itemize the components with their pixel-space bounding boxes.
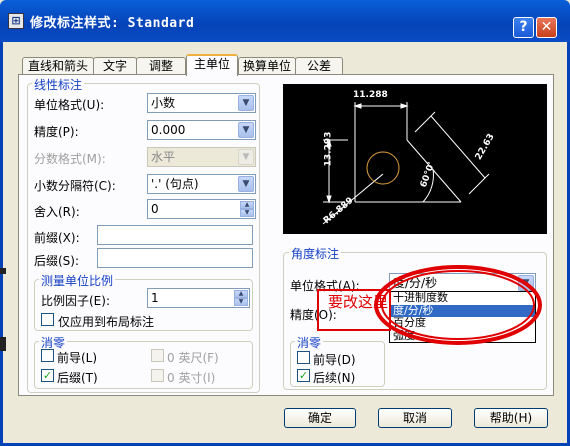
tab-text[interactable]: 文字 — [93, 57, 137, 75]
chevron-down-icon: ▼ — [238, 149, 254, 165]
help-title-button[interactable]: ? — [513, 17, 534, 38]
tab-lines-arrows[interactable]: 直线和箭头 — [22, 57, 94, 75]
angular-unit-format-value: 度/分/秒 — [393, 276, 438, 290]
spin-down-icon[interactable]: ▼ — [240, 209, 254, 217]
scale-factor-value: 1 — [151, 291, 159, 305]
fraction-format-label: 分数格式(M): — [34, 152, 106, 166]
angular-trailing-checkbox[interactable]: ✓ — [297, 369, 310, 382]
preview-dim-top: 11.288 — [353, 90, 388, 100]
scale-factor-input[interactable]: 1 ▲ ▼ — [147, 288, 250, 308]
cancel-button[interactable]: 取消 — [378, 408, 452, 428]
suffix-input[interactable] — [97, 248, 253, 268]
suffix-label: 后缀(S): — [34, 254, 80, 268]
angular-leading-checkbox[interactable] — [297, 351, 310, 364]
help-button[interactable]: 帮助(H) — [474, 408, 548, 428]
decimal-separator-value: '.' (句点) — [151, 177, 199, 191]
decimal-separator-select[interactable]: '.' (句点) ▼ — [147, 174, 256, 194]
angular-format-dropdown[interactable]: 十进制度数 度/分/秒 百分度 弧度 — [389, 291, 536, 343]
leading-zero-checkbox[interactable] — [41, 349, 54, 362]
spin-down-icon[interactable]: ▼ — [234, 298, 248, 306]
chevron-down-icon[interactable]: ▼ — [238, 95, 254, 111]
unit-format-label: 单位格式(U): — [34, 98, 105, 112]
annotation-text: 要改这里 — [328, 293, 389, 311]
angular-group-label: 角度标注 — [289, 245, 342, 262]
round-off-label: 舍入(R): — [34, 205, 80, 219]
unit-format-value: 小数 — [151, 96, 176, 110]
scale-factor-label: 比例因子(E): — [41, 294, 110, 308]
tab-tolerances[interactable]: 公差 — [295, 57, 343, 75]
spin-up-icon[interactable]: ▲ — [234, 290, 248, 298]
trailing-zero-checkbox[interactable]: ✓ — [41, 369, 54, 382]
tab-alternate-units[interactable]: 换算单位 — [238, 57, 296, 75]
precision-label: 精度(P): — [34, 125, 79, 139]
decimal-separator-label: 小数分隔符(C): — [34, 179, 116, 193]
scale-group-label: 测量单位比例 — [39, 272, 116, 289]
dim-style-icon: ⊞ — [8, 13, 24, 29]
round-off-value: 0 — [151, 202, 159, 216]
window-edge-artifact — [0, 265, 7, 355]
prefix-label: 前缀(X): — [34, 231, 80, 245]
angular-leading-label: 前导(D) — [313, 353, 356, 367]
dropdown-option[interactable]: 弧度 — [390, 329, 535, 343]
angular-unit-format-select[interactable]: 度/分/秒 ▼ — [389, 273, 536, 293]
zero-inches-label: 0 英寸(I) — [167, 371, 216, 385]
angular-unit-format-label: 单位格式(A): — [290, 279, 360, 293]
fraction-format-value: 水平 — [151, 150, 176, 164]
dropdown-option[interactable]: 百分度 — [390, 317, 535, 330]
preview-dim-left: 13.293 — [323, 131, 334, 167]
unit-format-select[interactable]: 小数 ▼ — [147, 93, 256, 113]
close-button[interactable]: ✕ — [536, 17, 557, 38]
zero-feet-label: 0 英尺(F) — [167, 351, 219, 365]
layout-only-label: 仅应用到布局标注 — [58, 315, 155, 329]
tab-primary-units[interactable]: 主单位 — [186, 54, 238, 76]
precision-select[interactable]: 0.000 ▼ — [147, 120, 256, 140]
chevron-down-icon[interactable]: ▼ — [238, 122, 254, 138]
preview-pane: 11.288 13.293 22.63 60°0' R6.889 — [283, 84, 547, 234]
leading-zero-label: 前导(L) — [57, 351, 98, 365]
chevron-down-icon[interactable]: ▼ — [238, 176, 254, 192]
layout-only-checkbox[interactable] — [41, 313, 54, 326]
fraction-format-select: 水平 ▼ — [147, 147, 256, 167]
ok-button[interactable]: 确定 — [284, 408, 356, 428]
angular-zero-group-label: 消零 — [295, 334, 324, 351]
spin-up-icon[interactable]: ▲ — [240, 201, 254, 209]
zero-feet-checkbox — [151, 349, 164, 362]
trailing-zero-label: 后缀(T) — [57, 371, 98, 385]
zero-inches-checkbox — [151, 369, 164, 382]
angular-trailing-label: 后续(N) — [313, 371, 356, 385]
chevron-down-icon[interactable]: ▼ — [518, 275, 534, 291]
window-title: 修改标注样式: Standard — [30, 16, 195, 31]
prefix-input[interactable] — [97, 225, 253, 245]
tab-fit[interactable]: 调整 — [136, 57, 186, 75]
round-off-input[interactable]: 0 ▲ ▼ — [147, 199, 256, 219]
linear-group-label: 线性标注 — [32, 76, 85, 93]
dropdown-option[interactable]: 十进制度数 — [390, 292, 535, 305]
precision-value: 0.000 — [151, 123, 186, 137]
